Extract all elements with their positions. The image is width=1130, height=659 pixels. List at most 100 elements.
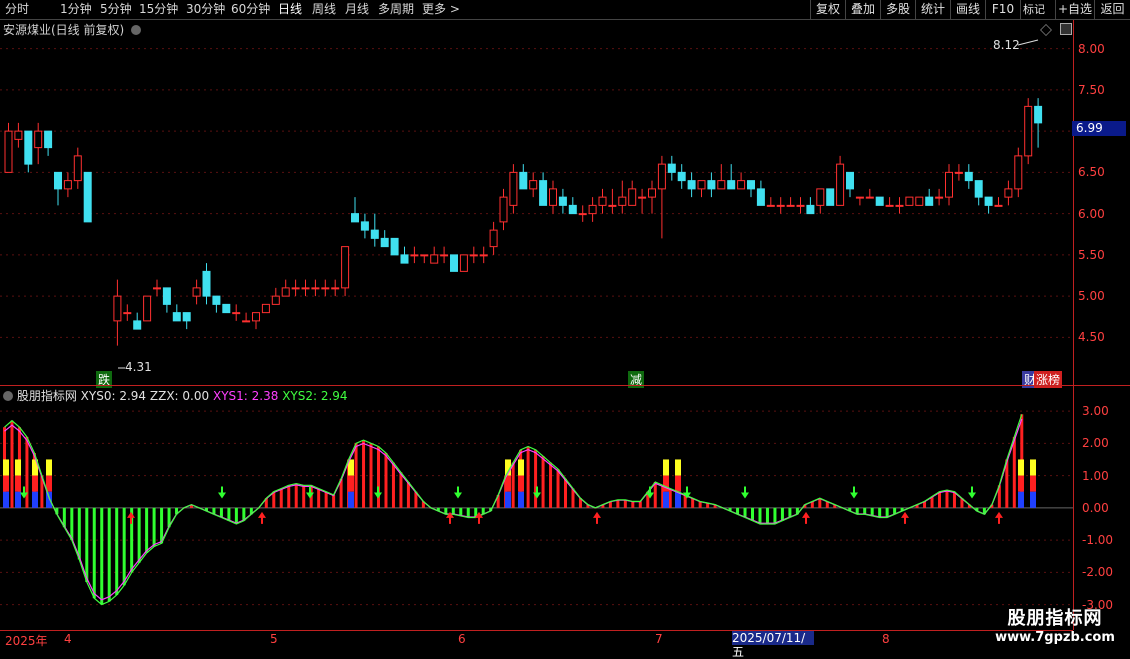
buy-arrow-icon [995,511,1003,524]
osc-bar [863,507,867,515]
candle-body [271,295,280,305]
candle-body [905,196,914,206]
candle-body [54,171,62,190]
stack-blue [1030,491,1036,508]
back-button[interactable]: 返回 [1094,0,1130,19]
candle-body [63,180,72,190]
osc-bar [354,443,358,508]
candle-body [994,204,1003,207]
candle-body [1034,105,1043,124]
candle-body [1004,188,1013,198]
current-price-tag: 6.99 [1072,121,1126,136]
buy-arrow-icon [258,511,266,524]
multi-stock-button[interactable]: 多股 [880,0,915,19]
candle-body [410,254,419,257]
candle-body [360,221,369,231]
osc-bar [534,449,538,508]
period-monthly[interactable]: 月线 [345,1,369,18]
candle-body [786,204,795,207]
sell-arrow-icon [306,486,314,499]
indicator-chart[interactable] [0,400,1073,630]
candle-body [202,270,211,297]
osc-bar [145,507,149,553]
candle-body [519,171,528,190]
sell-arrow-icon [850,486,858,499]
candle-body [489,229,498,248]
period-multi[interactable]: 多周期 [378,1,414,18]
period-60min[interactable]: 60分钟 [231,1,270,18]
candle-body [618,196,627,206]
kline-chart[interactable] [0,20,1073,385]
indicator-tick: -2.00 [1082,565,1114,580]
candle-body [291,287,300,290]
candle-body [351,213,359,223]
osc-bar [10,420,14,508]
candle-body [252,312,260,322]
candle-body [459,254,468,272]
date-axis [0,630,1073,647]
candle-body [638,196,647,199]
buy-arrow-icon [901,511,909,524]
stack-yellow [3,459,9,476]
fuquan-button[interactable]: 复权 [810,0,845,19]
candle-body [578,213,587,216]
stack-red [1018,475,1024,492]
candle-body [4,130,13,173]
mark-button[interactable]: 标记 [1020,0,1047,19]
candle-body [954,171,963,174]
osc-bar [152,507,156,547]
osc-bar [780,507,784,521]
period-more[interactable]: 更多 > [422,1,460,18]
indicator-tick: 2.00 [1082,436,1109,451]
cursor-date-label: 2025/07/11/五 [732,631,814,659]
osc-bar [751,507,754,521]
candle-body [846,171,854,190]
candle-body [113,295,122,322]
candle-body [242,320,251,323]
overlay-button[interactable]: 叠加 [845,0,880,19]
add-watchlist-button[interactable]: +自选 [1055,0,1094,19]
stats-button[interactable]: 统计 [915,0,950,19]
candle-body [430,254,439,264]
indicator-tick: 1.00 [1082,468,1109,483]
candle-body [182,312,191,322]
stack-blue [3,491,9,508]
watermark-url: www.7gpzb.com [995,630,1115,645]
price-tick: 5.50 [1078,247,1105,262]
axis-divider [1073,20,1074,630]
period-weekly[interactable]: 周线 [312,1,336,18]
stack-yellow [46,459,52,476]
period-1min[interactable]: 1分钟 [60,1,92,18]
sell-arrow-icon [741,486,749,499]
candle-body [865,196,874,199]
candle-body [420,254,429,257]
osc-bar [451,507,455,515]
candle-body [737,180,746,190]
osc-bar [638,501,642,508]
f10-button[interactable]: F10 [985,0,1020,19]
candle-body [816,188,825,206]
stack-red [348,475,354,492]
period-30min[interactable]: 30分钟 [186,1,225,18]
osc-bar [549,462,553,508]
osc-bar [137,507,141,563]
candle-body [321,287,330,290]
period-5min[interactable]: 5分钟 [100,1,132,18]
osc-bar [294,483,298,508]
candle-body [34,130,43,149]
candle-body [974,180,983,198]
osc-bar [324,491,328,508]
draw-button[interactable]: 画线 [950,0,985,19]
period-fenshi[interactable]: 分时 [5,1,29,18]
osc-bar [234,507,238,524]
stack-red [675,475,681,492]
period-daily[interactable]: 日线 [278,1,302,18]
candle-body [1014,155,1023,190]
osc-bar [115,507,119,595]
candle-body [529,180,538,190]
candle-body [331,287,340,290]
month-4: 4 [64,632,72,646]
candle-body [83,171,92,223]
candle-body [73,155,82,182]
period-15min[interactable]: 15分钟 [139,1,178,18]
